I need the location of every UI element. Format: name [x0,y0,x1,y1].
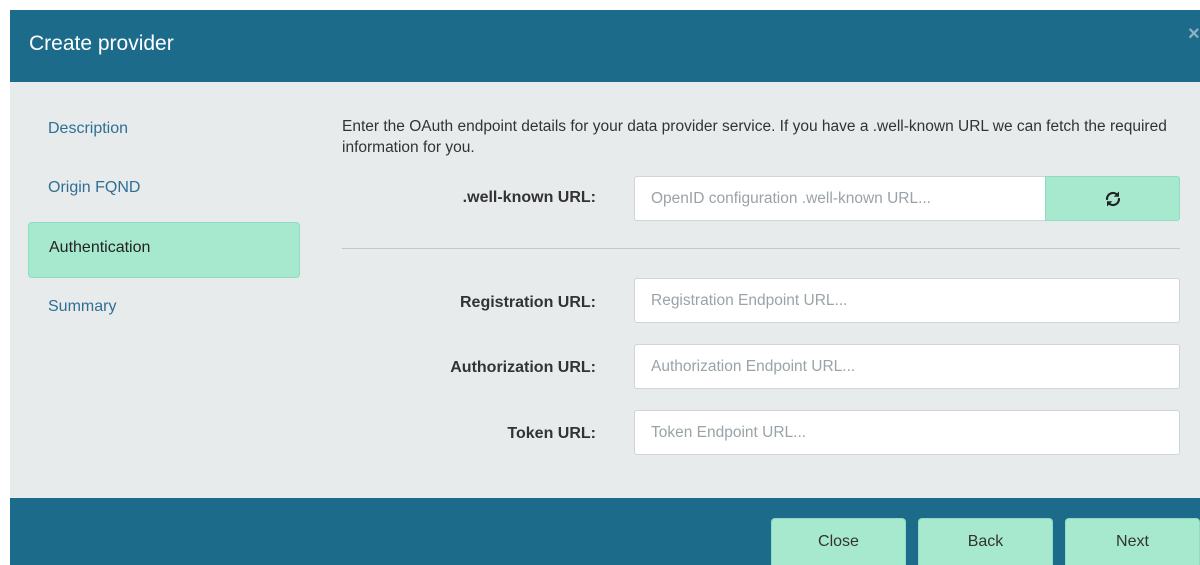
top-margin [0,0,1200,10]
sidebar-item-label: Description [48,120,129,137]
sidebar-item-origin-fqnd[interactable]: Origin FQND [28,163,300,219]
sidebar-item-label: Summary [48,298,117,315]
token-url-input[interactable] [634,410,1180,455]
token-url-label: Token URL: [507,425,596,442]
sidebar-item-authentication[interactable]: Authentication [28,222,300,278]
dialog-header: Create provider × [10,10,1200,82]
authorization-url-input[interactable] [634,344,1180,389]
sidebar-item-description[interactable]: Description [28,104,300,160]
sidebar-item-label: Origin FQND [48,179,141,196]
sidebar-item-summary[interactable]: Summary [28,282,300,338]
intro-text: Enter the OAuth endpoint details for you… [342,118,1167,156]
fetch-well-known-button[interactable] [1045,176,1180,221]
dialog-footer: Close Back Next [10,498,1200,565]
back-button[interactable]: Back [918,518,1053,565]
close-icon[interactable]: × [1188,24,1200,44]
authorization-url-label: Authorization URL: [450,359,596,376]
registration-url-label: Registration URL: [460,294,596,311]
next-button[interactable]: Next [1065,518,1200,565]
section-divider [342,248,1180,249]
dialog-body: Description Origin FQND Authentication S… [10,82,1200,498]
close-button[interactable]: Close [771,518,906,565]
sidebar-item-label: Authentication [49,239,151,256]
well-known-url-input[interactable] [634,176,1046,221]
refresh-icon [1105,191,1120,206]
dialog-title: Create provider [29,32,174,55]
well-known-label: .well-known URL: [462,189,596,206]
registration-url-input[interactable] [634,278,1180,323]
